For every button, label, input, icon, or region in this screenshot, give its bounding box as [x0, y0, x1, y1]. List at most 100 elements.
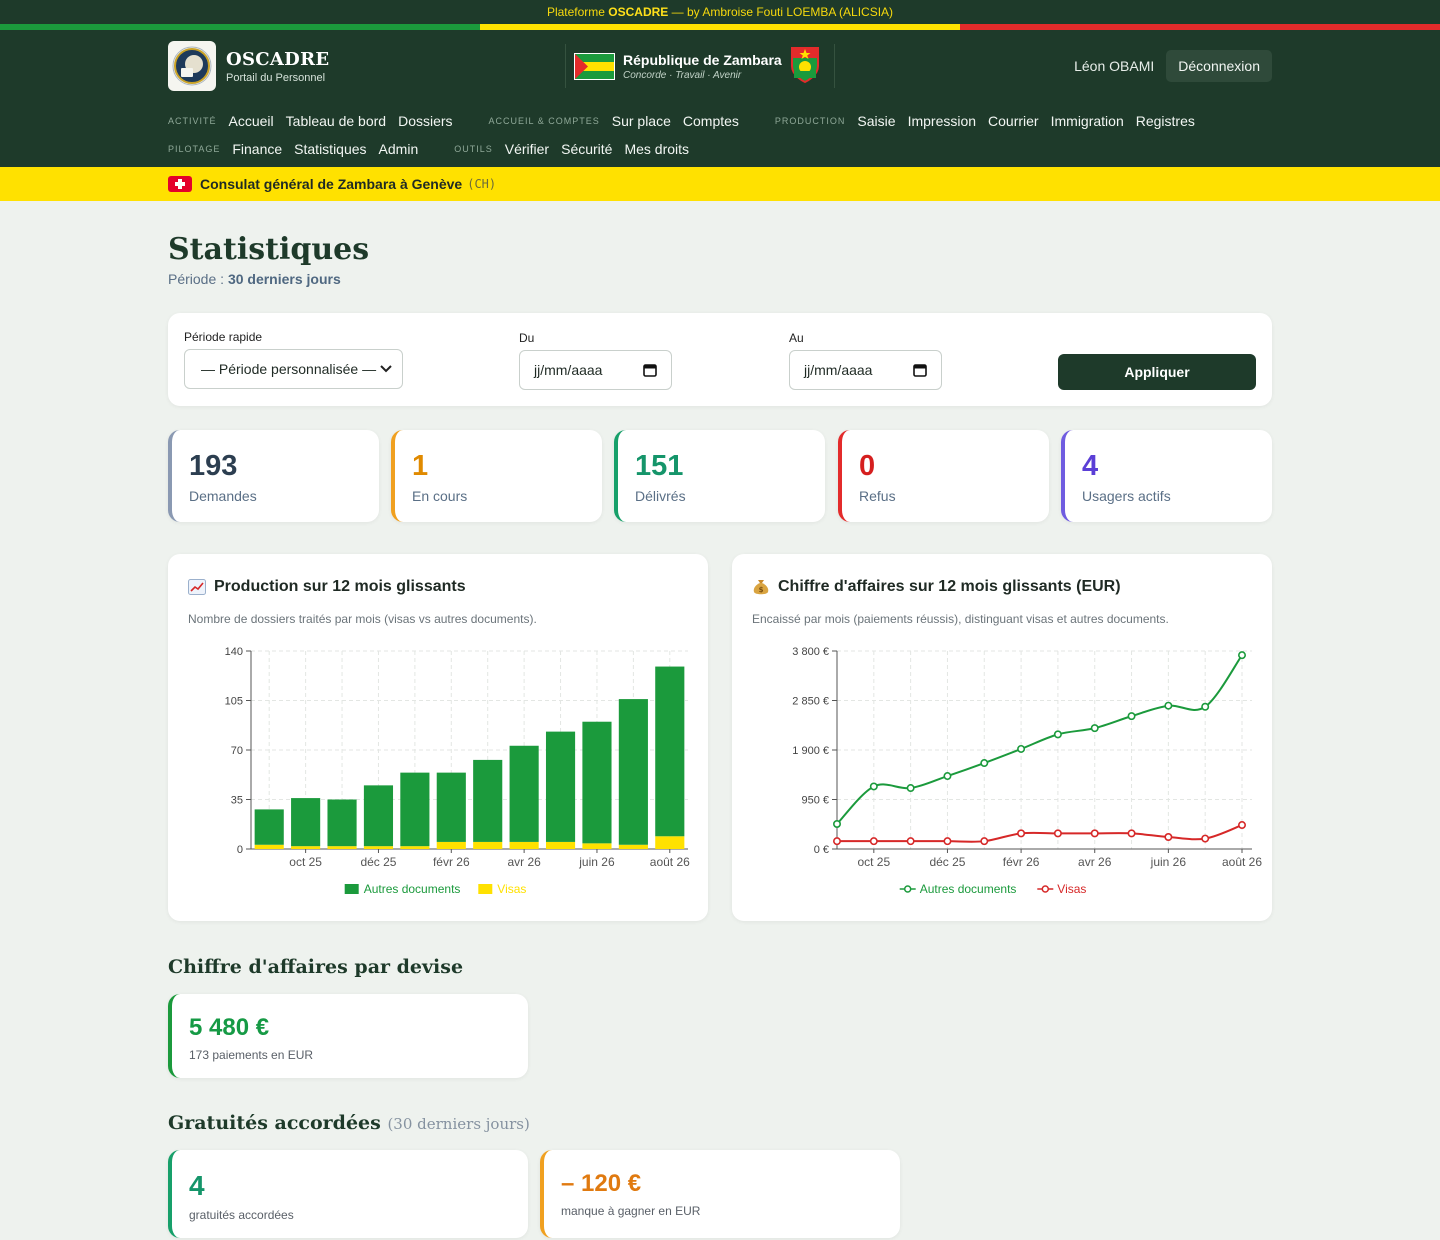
bar-visas [509, 841, 539, 849]
to-date-placeholder: jj/mm/aaaa [804, 362, 873, 378]
point-autres-documents [1017, 744, 1026, 753]
x-tick-label: juin 26 [578, 855, 615, 869]
nav-category: Accueil & comptes [488, 116, 600, 126]
bar-autres-documents [291, 798, 321, 847]
bar-visas [545, 841, 576, 849]
y-tick-label: 0 [237, 844, 243, 856]
x-tick-label: févr 26 [433, 855, 470, 869]
point-autres-documents [1237, 651, 1246, 660]
revenue-line-chart: 0 € 950 € 1 900 € 2 850 € 3 800 € oct 25 déc 2… [792, 646, 1262, 896]
point-autres-documents [906, 784, 915, 793]
ribbon-prefix: Plateforme [546, 5, 609, 19]
revenue-eur-label: 173 paiements en EUR [189, 1048, 314, 1062]
x-tick-label: oct 25 [857, 855, 890, 869]
free-grants-count-label: gratuités accordées [189, 1208, 294, 1222]
point-autres-documents [1053, 730, 1062, 739]
from-date-input[interactable]: jj/mm/aaaa [519, 350, 672, 390]
x-tick-label: févr 26 [1003, 855, 1040, 869]
nav-link-courrier[interactable]: Courrier [988, 113, 1039, 129]
nav-link-immigration[interactable]: Immigration [1051, 113, 1124, 129]
line-autres-documents [836, 654, 1243, 825]
x-tick-label: août 26 [1222, 855, 1262, 869]
revenue-by-currency-heading: Chiffre d'affaires par devise [168, 956, 464, 978]
bar-autres-documents [582, 721, 612, 844]
period-value: 30 derniers jours [227, 271, 341, 287]
kpi-label: Refus [859, 488, 896, 504]
point-visas [1201, 834, 1210, 843]
oscadre-logo-icon [168, 41, 216, 91]
nav-link-accueil[interactable]: Accueil [229, 113, 274, 129]
nav-group-activite: Activité Accueil Tableau de bord Dossier… [168, 113, 465, 129]
quick-period-value: — Période personnalisée — [201, 361, 377, 377]
top-ribbon: Plateforme OSCADRE — by Ambroise Fouti L… [0, 0, 1440, 24]
calendar-icon[interactable] [643, 363, 657, 377]
logout-button[interactable]: Déconnexion [1166, 50, 1272, 82]
page-title: Statistiques [168, 232, 370, 267]
bar-autres-documents [254, 809, 284, 845]
legend-marker [1041, 885, 1050, 893]
free-grants-heading: Gratuités accordées (30 derniers jours) [168, 1112, 530, 1134]
nav-link-registres[interactable]: Registres [1136, 113, 1195, 129]
point-visas [906, 837, 915, 846]
nav-row-1: Activité Accueil Tableau de bord Dossier… [168, 110, 1231, 132]
nav-link-securite[interactable]: Sécurité [561, 141, 612, 157]
nav-group-accueil-comptes: Accueil & comptes Sur place Comptes [489, 113, 751, 129]
bar-visas [254, 844, 284, 849]
bar-visas [327, 846, 357, 849]
kpi-value: 1 [412, 450, 429, 482]
nav-link-dossiers[interactable]: Dossiers [398, 113, 452, 129]
point-visas [833, 837, 842, 846]
nav-link-finance[interactable]: Finance [232, 141, 282, 157]
calendar-icon[interactable] [913, 363, 927, 377]
production-bar-chart: 0 35 70 105 140 oct 25 déc 25 févr 26 avr 26 juin… [225, 646, 690, 896]
ribbon-suffix: — by Ambroise Fouti LOEMBA (ALICSIA) [668, 5, 894, 19]
y-tick-label: 70 [231, 745, 243, 757]
bar-visas [363, 846, 394, 849]
apply-button[interactable]: Appliquer [1058, 354, 1256, 390]
period-line: Période : 30 derniers jours [168, 271, 341, 287]
y-tick-label: 1 900 € [792, 745, 829, 757]
top-header: OSCADRE Portail du Personnel République … [0, 30, 1440, 167]
nav-link-sur-place[interactable]: Sur place [612, 113, 671, 129]
nav-link-mes-droits[interactable]: Mes droits [624, 141, 689, 157]
nav-link-comptes[interactable]: Comptes [683, 113, 739, 129]
bar-autres-documents [618, 699, 648, 845]
nav-link-saisie[interactable]: Saisie [857, 113, 895, 129]
point-visas [980, 837, 989, 846]
bar-autres-documents [436, 772, 466, 842]
nav-link-verifier[interactable]: Vérifier [505, 141, 549, 157]
y-tick-label: 3 800 € [792, 646, 829, 658]
nav-link-statistiques[interactable]: Statistiques [294, 141, 366, 157]
kpi-card: 193 Demandes [168, 430, 379, 522]
nav-link-tableau-de-bord[interactable]: Tableau de bord [286, 113, 386, 129]
bar-autres-documents [327, 799, 357, 847]
bar-visas [291, 846, 321, 849]
point-autres-documents [833, 819, 842, 828]
nav-category: Activité [168, 116, 217, 126]
brand[interactable]: OSCADRE Portail du Personnel [168, 41, 329, 91]
nav-link-admin[interactable]: Admin [379, 141, 419, 157]
to-date-label: Au [789, 331, 804, 345]
point-visas [869, 837, 878, 846]
bar-autres-documents [400, 772, 430, 847]
kpi-value: 4 [1082, 450, 1099, 482]
kpi-card: 151 Délivrés [614, 430, 825, 522]
country-block: République de Zambara Concorde · Travail… [565, 44, 835, 88]
consulate-name: Consulat général de Zambara à Genève [200, 176, 463, 192]
point-visas [1090, 829, 1099, 838]
user-area: Léon OBAMI Déconnexion [1074, 50, 1272, 82]
revenue-chart-card: $ Chiffre d'affaires sur 12 mois glissan… [732, 554, 1272, 921]
country-name: République de Zambara [623, 51, 782, 68]
to-date-input[interactable]: jj/mm/aaaa [789, 350, 942, 390]
swiss-flag-icon [168, 176, 192, 192]
point-visas [1017, 829, 1026, 838]
user-name[interactable]: Léon OBAMI [1074, 58, 1154, 74]
nav-link-impression[interactable]: Impression [908, 113, 976, 129]
point-autres-documents [980, 759, 989, 768]
point-autres-documents [1127, 712, 1136, 721]
consulate-bar: Consulat général de Zambara à Genève (CH… [0, 167, 1440, 201]
kpi-card: 1 En cours [391, 430, 602, 522]
quick-period-select[interactable]: — Période personnalisée — [184, 349, 403, 389]
y-tick-label: 2 850 € [792, 696, 829, 708]
period-label: Période : [168, 271, 228, 287]
